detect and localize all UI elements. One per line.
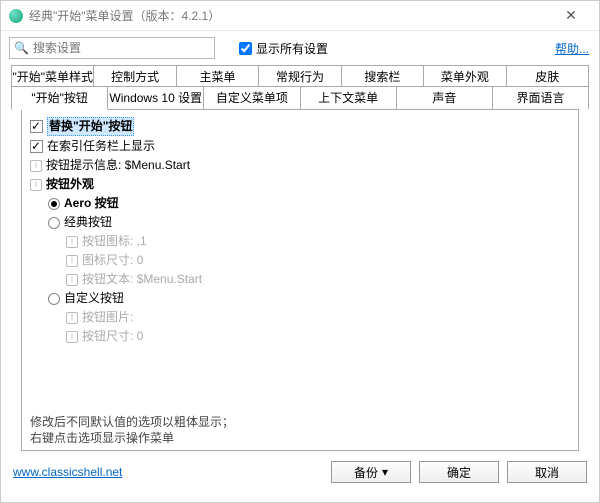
- item-label: 按钮图片:: [82, 309, 133, 326]
- settings-tree: 替换"开始"按钮 在索引任务栏上显示 i 按钮提示信息: $Menu.Start…: [22, 110, 578, 352]
- tab-main-menu[interactable]: 主菜单: [176, 65, 259, 87]
- item-label: 图标尺寸: 0: [82, 252, 143, 269]
- show-all-checkbox[interactable]: 显示所有设置: [239, 40, 328, 57]
- item-classic-button[interactable]: 经典按钮: [30, 213, 570, 232]
- website-link[interactable]: www.classicshell.net: [13, 465, 122, 479]
- item-label: 自定义按钮: [64, 290, 124, 307]
- search-input[interactable]: [33, 41, 210, 55]
- chevron-down-icon: ▾: [382, 465, 388, 479]
- item-button-image[interactable]: i 按钮图片:: [30, 308, 570, 327]
- radio-icon[interactable]: [48, 217, 60, 229]
- tab-start-button[interactable]: "开始"按钮: [11, 86, 108, 110]
- show-all-input[interactable]: [239, 42, 252, 55]
- button-group: 备份 ▾ 确定 取消: [331, 461, 587, 483]
- show-all-label: 显示所有设置: [256, 40, 328, 57]
- item-label: 替换"开始"按钮: [47, 117, 134, 136]
- window-title: 经典"开始"菜单设置（版本：4.2.1）: [29, 7, 551, 24]
- item-label: 在索引任务栏上显示: [47, 138, 155, 155]
- tab-ui-language[interactable]: 界面语言: [492, 86, 589, 109]
- radio-icon[interactable]: [48, 293, 60, 305]
- toolbar: 🔍 显示所有设置 帮助...: [1, 31, 599, 65]
- footer-hint: 修改后不同默认值的选项以粗体显示； 右键点击选项显示操作菜单: [30, 414, 234, 446]
- info-icon: i: [66, 331, 78, 343]
- item-button-icon[interactable]: i 按钮图标: ,1: [30, 232, 570, 251]
- help-link[interactable]: 帮助...: [555, 40, 589, 57]
- tab-row-1: "开始"菜单样式 控制方式 主菜单 常规行为 搜索栏 菜单外观 皮肤: [11, 65, 589, 87]
- bottom-bar: www.classicshell.net 备份 ▾ 确定 取消: [1, 451, 599, 493]
- info-icon: i: [66, 236, 78, 248]
- tab-sound[interactable]: 声音: [396, 86, 493, 109]
- tab-start-menu-style[interactable]: "开始"菜单样式: [11, 65, 94, 87]
- close-icon: ✕: [565, 7, 577, 24]
- hint-line-1: 修改后不同默认值的选项以粗体显示；: [30, 414, 234, 430]
- item-icon-size[interactable]: i 图标尺寸: 0: [30, 251, 570, 270]
- item-button-text[interactable]: i 按钮文本: $Menu.Start: [30, 270, 570, 289]
- tab-win10-settings[interactable]: Windows 10 设置: [107, 86, 204, 109]
- hint-line-2: 右键点击选项显示操作菜单: [30, 430, 234, 446]
- item-label: Aero 按钮: [64, 195, 119, 212]
- tab-context-menu[interactable]: 上下文菜单: [300, 86, 397, 109]
- close-button[interactable]: ✕: [551, 2, 591, 30]
- ok-button[interactable]: 确定: [419, 461, 499, 483]
- item-label: 经典按钮: [64, 214, 112, 231]
- tabs-container: "开始"菜单样式 控制方式 主菜单 常规行为 搜索栏 菜单外观 皮肤 "开始"按…: [1, 65, 599, 451]
- tab-row-2: "开始"按钮 Windows 10 设置 自定义菜单项 上下文菜单 声音 界面语…: [11, 86, 589, 109]
- backup-button[interactable]: 备份 ▾: [331, 461, 411, 483]
- item-custom-button[interactable]: 自定义按钮: [30, 289, 570, 308]
- item-label: 按钮文本: $Menu.Start: [82, 271, 202, 288]
- tab-content: 替换"开始"按钮 在索引任务栏上显示 i 按钮提示信息: $Menu.Start…: [21, 109, 579, 451]
- tab-search-bar[interactable]: 搜索栏: [341, 65, 424, 87]
- item-button-tooltip[interactable]: i 按钮提示信息: $Menu.Start: [30, 156, 570, 175]
- item-aero-button[interactable]: Aero 按钮: [30, 194, 570, 213]
- tab-custom-menu-items[interactable]: 自定义菜单项: [203, 86, 300, 109]
- cancel-button[interactable]: 取消: [507, 461, 587, 483]
- checkbox-icon[interactable]: [30, 120, 43, 133]
- item-button-size[interactable]: i 按钮尺寸: 0: [30, 327, 570, 346]
- info-icon: i: [66, 255, 78, 267]
- item-button-appearance-group[interactable]: i 按钮外观: [30, 175, 570, 194]
- search-icon: 🔍: [14, 41, 29, 55]
- tab-general-behavior[interactable]: 常规行为: [258, 65, 341, 87]
- item-label: 按钮提示信息: $Menu.Start: [46, 157, 190, 174]
- titlebar: 经典"开始"菜单设置（版本：4.2.1） ✕: [1, 1, 599, 31]
- tab-control-mode[interactable]: 控制方式: [93, 65, 176, 87]
- item-label: 按钮尺寸: 0: [82, 328, 143, 345]
- item-label: 按钮外观: [46, 176, 94, 193]
- info-icon: i: [66, 274, 78, 286]
- info-icon: i: [66, 312, 78, 324]
- info-icon: i: [30, 160, 42, 172]
- checkbox-icon[interactable]: [30, 140, 43, 153]
- item-replace-start-button[interactable]: 替换"开始"按钮: [30, 116, 570, 137]
- search-field-wrap[interactable]: 🔍: [9, 37, 215, 59]
- app-icon: [9, 9, 23, 23]
- radio-icon[interactable]: [48, 198, 60, 210]
- item-label: 按钮图标: ,1: [82, 233, 147, 250]
- tab-menu-appearance[interactable]: 菜单外观: [423, 65, 506, 87]
- item-show-on-taskbar[interactable]: 在索引任务栏上显示: [30, 137, 570, 156]
- info-icon: i: [30, 179, 42, 191]
- tab-skin[interactable]: 皮肤: [506, 65, 589, 87]
